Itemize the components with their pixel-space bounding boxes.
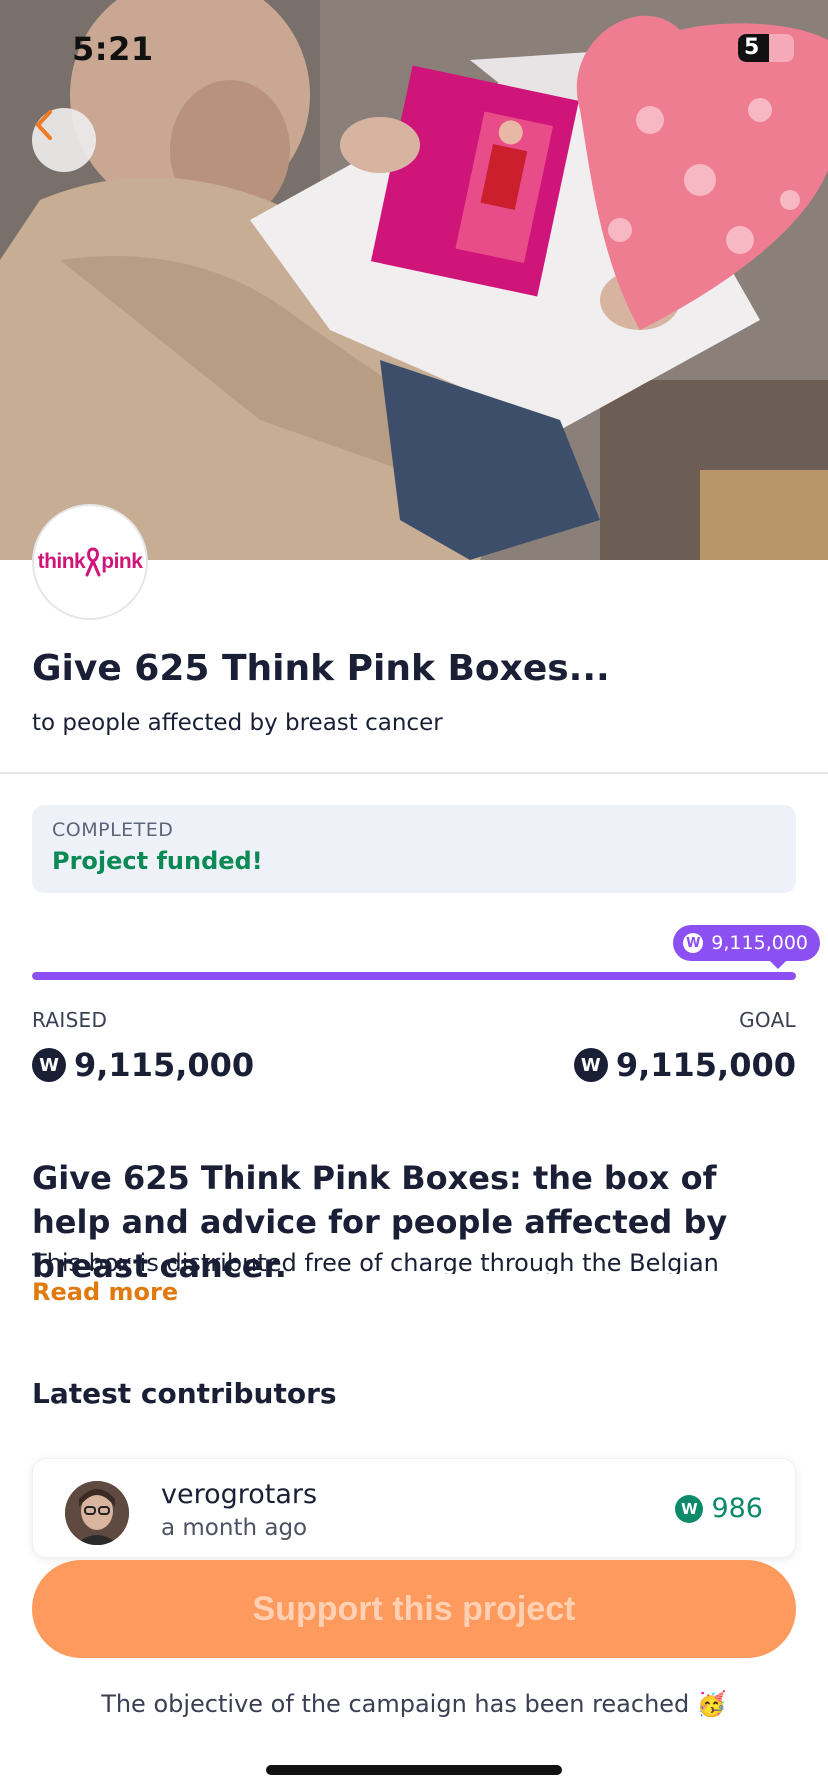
contributor-amount: W 986 xyxy=(675,1493,763,1524)
coin-icon: W xyxy=(683,933,704,953)
progress-bar-fill xyxy=(32,972,796,980)
battery-icon: 5 xyxy=(738,34,794,62)
org-logo-wordmark: think pink xyxy=(38,547,143,577)
back-button[interactable] xyxy=(32,108,96,172)
chevron-left-icon xyxy=(36,110,52,140)
goal-amount: W 9,115,000 xyxy=(573,1046,796,1084)
status-icons: 5 xyxy=(738,34,794,62)
goal-amount-value: 9,115,000 xyxy=(615,1046,796,1084)
status-value: Project funded! xyxy=(52,847,263,875)
raised-amount-value: 9,115,000 xyxy=(74,1046,255,1084)
contributor-amount-value: 986 xyxy=(711,1493,763,1524)
support-project-button[interactable]: Support this project xyxy=(32,1560,796,1658)
avatar-image xyxy=(65,1481,129,1545)
status-time: 5:21 xyxy=(72,30,154,68)
read-more-link[interactable]: Read more xyxy=(32,1278,178,1306)
contributor-name: verogrotars xyxy=(161,1479,318,1510)
project-status-card: COMPLETED Project funded! xyxy=(32,805,796,893)
project-subtitle: to people affected by breast cancer xyxy=(32,710,443,736)
progress-amount-badge: W 9,115,000 xyxy=(673,925,820,969)
progress-bar xyxy=(32,972,796,980)
status-label: COMPLETED xyxy=(52,819,174,841)
hero-image: 5:21 5 xyxy=(0,0,828,560)
description-body: This box is distributed free of charge t… xyxy=(32,1249,719,1274)
coin-icon: W xyxy=(675,1494,704,1523)
raised-label: RAISED xyxy=(32,1008,108,1032)
logo-text-right: pink xyxy=(101,550,143,573)
hero-illustration xyxy=(0,0,828,560)
pink-ribbon-icon xyxy=(85,547,101,577)
divider xyxy=(0,772,828,774)
raised-amount: W 9,115,000 xyxy=(32,1046,254,1084)
logo-text-left: think xyxy=(37,550,86,573)
home-indicator[interactable] xyxy=(266,1765,562,1775)
badge-amount: 9,115,000 xyxy=(711,932,808,954)
campaign-reached-note: The objective of the campaign has been r… xyxy=(101,1690,727,1718)
org-logo[interactable]: think pink xyxy=(32,504,148,620)
coin-icon: W xyxy=(32,1048,66,1082)
contributors-heading: Latest contributors xyxy=(32,1377,337,1410)
avatar xyxy=(65,1481,129,1545)
coin-icon: W xyxy=(573,1048,608,1082)
contributor-card[interactable]: verogrotars a month ago W 986 xyxy=(32,1458,796,1558)
badge-pointer xyxy=(770,961,786,969)
battery-level: 5 xyxy=(744,35,760,60)
project-title: Give 625 Think Pink Boxes... xyxy=(32,648,610,689)
goal-label: GOAL xyxy=(739,1008,796,1032)
contributor-time: a month ago xyxy=(161,1515,308,1541)
